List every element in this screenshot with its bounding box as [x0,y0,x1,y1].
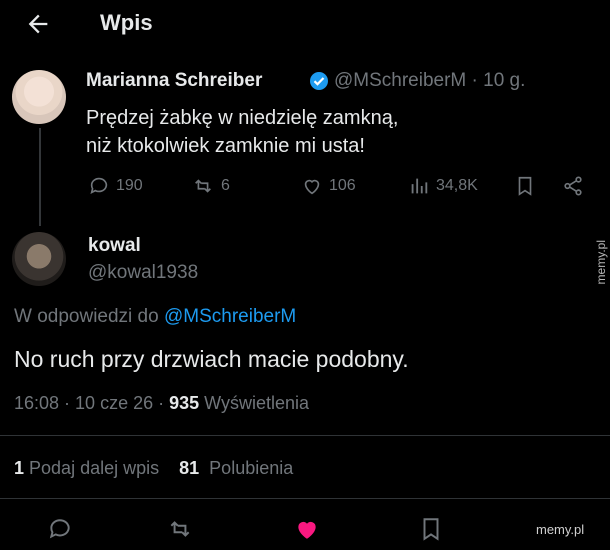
post-actions: 190 6 106 34,8K [86,175,586,199]
repost-count: 6 [221,177,230,194]
heart-filled-icon[interactable] [293,516,321,542]
divider [0,435,610,436]
divider [0,498,610,499]
back-arrow-icon[interactable] [24,10,52,38]
post-text-line: Prędzej żabkę w niedzielę zamkną, [86,107,399,129]
repost-icon[interactable] [166,516,194,542]
reply-to-prefix: W odpowiedzi do [14,306,159,327]
avatar[interactable] [12,70,66,124]
reposts-stat[interactable]: 1 Podaj dalej wpis [14,458,159,478]
repost-icon [191,175,215,197]
reply-views-count: 935 [169,393,200,413]
views-button[interactable]: 34,8K [408,175,478,197]
reply-count: 190 [116,177,143,194]
repost-button[interactable]: 6 [191,175,230,197]
views-count: 34,8K [436,177,478,194]
share-icon [562,175,584,197]
reply-author-handle[interactable]: @kowal1938 [88,262,198,284]
like-count: 106 [329,177,356,194]
reposts-label: Podaj dalej wpis [29,458,160,478]
author-handle-time[interactable]: @MSchreiberM · 10 g. [334,70,525,92]
reply-timestamp[interactable]: 16:08 · 10 cze 26 · [14,393,169,413]
heart-outline-icon [301,175,323,197]
reply-views-label: Wyświetlenia [204,393,310,413]
engagement-stats: 1 Podaj dalej wpis 81 Polubienia [14,458,293,479]
top-bar: Wpis [0,0,610,48]
reposts-count: 1 [14,458,25,478]
post-text: Prędzej żabkę w niedzielę zamkną, niż kt… [86,104,546,160]
verified-badge-icon [309,71,329,91]
reply-button[interactable]: 190 [88,175,143,197]
page-title: Wpis [100,10,153,35]
bottom-action-bar [0,508,610,550]
watermark: memy.pl [536,522,585,537]
reply-meta: 16:08 · 10 cze 26 · 935 Wyświetlenia [14,393,309,414]
post-text-line: niż ktokolwiek zamknie mi usta! [86,135,365,157]
likes-stat[interactable]: 81 Polubienia [179,458,293,478]
thread-connector [39,128,41,226]
like-button[interactable]: 106 [301,175,356,197]
likes-count: 81 [179,458,200,478]
reply-author-name[interactable]: kowal [88,235,141,257]
bookmark-icon [514,175,536,197]
reply-text: No ruch przy drzwiach macie podobny. [14,346,409,372]
reply-to-line: W odpowiedzi do @MSchreiberM [14,306,296,328]
reply-icon[interactable] [47,516,73,542]
author-name[interactable]: Marianna Schreiber [86,70,262,92]
bookmark-icon[interactable] [418,516,444,542]
avatar[interactable] [12,232,66,286]
reply-icon [88,175,110,197]
views-bar-chart-icon [408,175,430,197]
bookmark-button[interactable] [514,175,536,197]
likes-label: Polubienia [209,458,294,478]
watermark: memy.pl [594,240,608,285]
reply-to-link[interactable]: @MSchreiberM [164,306,296,327]
share-button[interactable] [562,175,584,197]
